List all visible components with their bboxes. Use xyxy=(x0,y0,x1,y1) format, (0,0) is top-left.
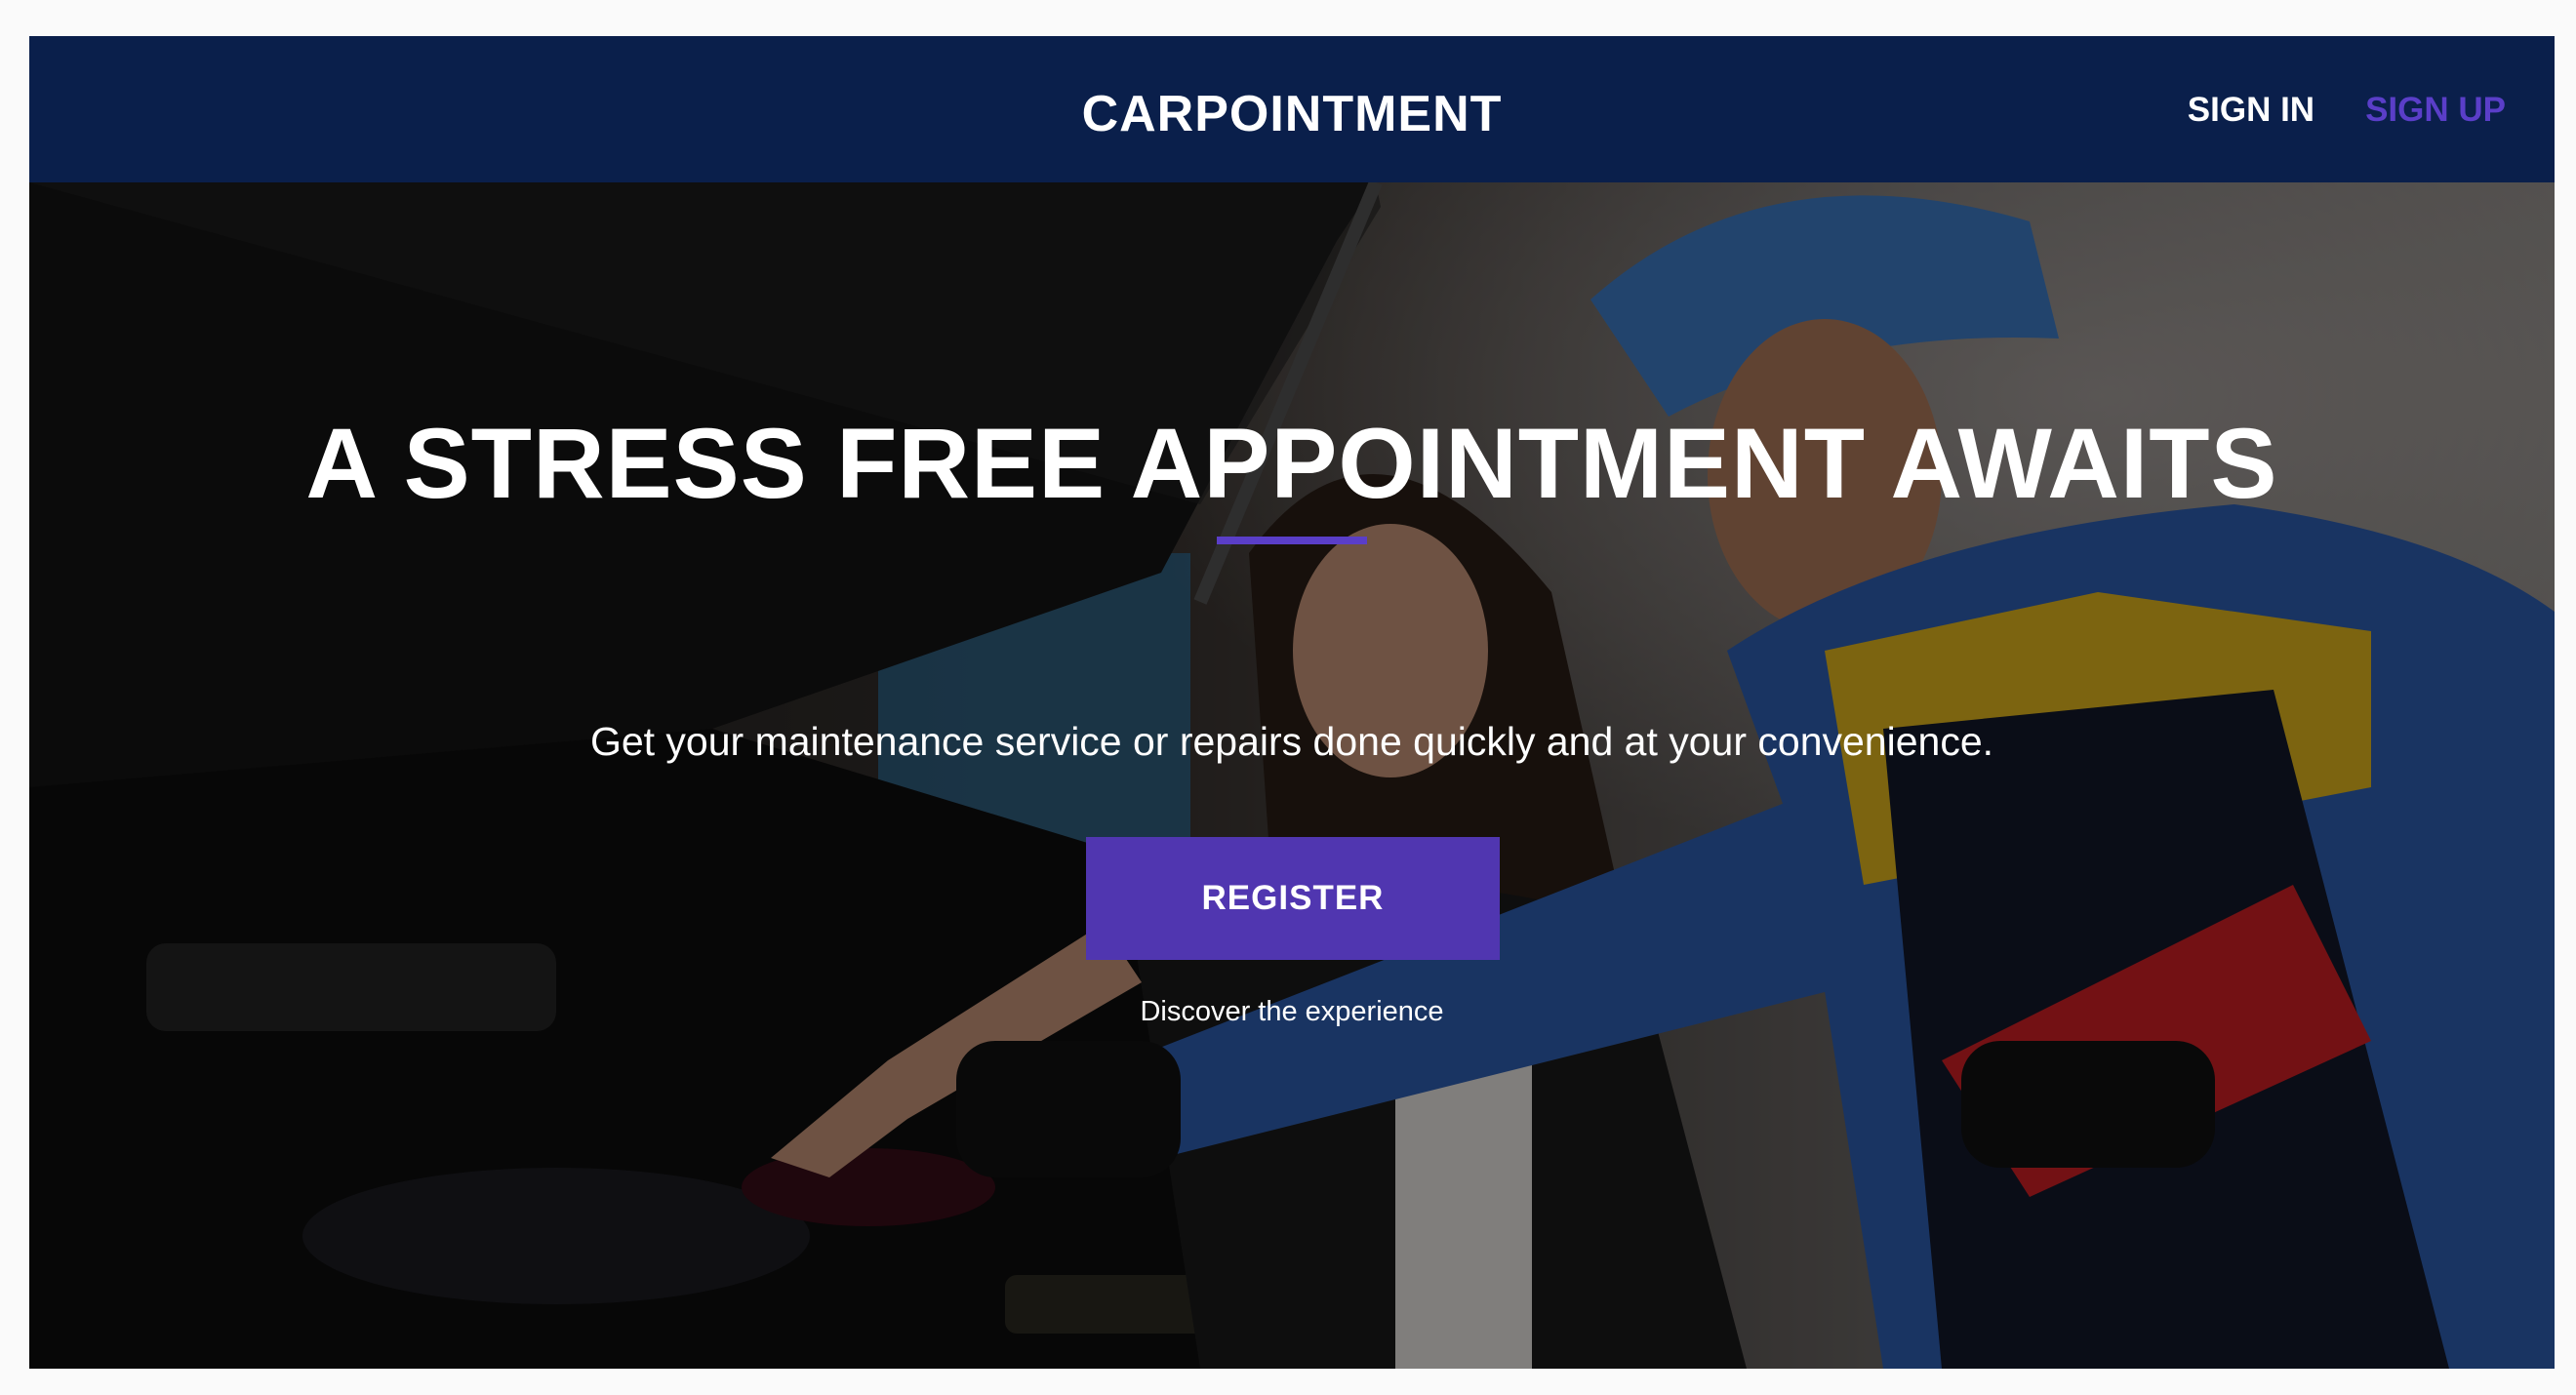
cta-caption: Discover the experience xyxy=(1140,996,1444,1027)
hero-section: A STRESS FREE APPOINTMENT AWAITS Get you… xyxy=(29,182,2555,1369)
hero-headline: A STRESS FREE APPOINTMENT AWAITS xyxy=(305,408,2278,519)
headline-divider xyxy=(1217,537,1367,544)
register-button[interactable]: REGISTER xyxy=(1086,837,1500,960)
app-frame: CARPOINTMENT SIGN IN SIGN UP A STRESS FR… xyxy=(29,36,2555,1369)
hero-content: A STRESS FREE APPOINTMENT AWAITS Get you… xyxy=(29,182,2555,1369)
hero-subtitle: Get your maintenance service or repairs … xyxy=(589,719,1994,764)
auth-links: SIGN IN SIGN UP xyxy=(2188,91,2506,130)
sign-in-link[interactable]: SIGN IN xyxy=(2188,91,2314,130)
sign-up-link[interactable]: SIGN UP xyxy=(2365,91,2506,130)
navbar: CARPOINTMENT SIGN IN SIGN UP xyxy=(29,36,2555,182)
brand-logo[interactable]: CARPOINTMENT xyxy=(29,85,2555,143)
